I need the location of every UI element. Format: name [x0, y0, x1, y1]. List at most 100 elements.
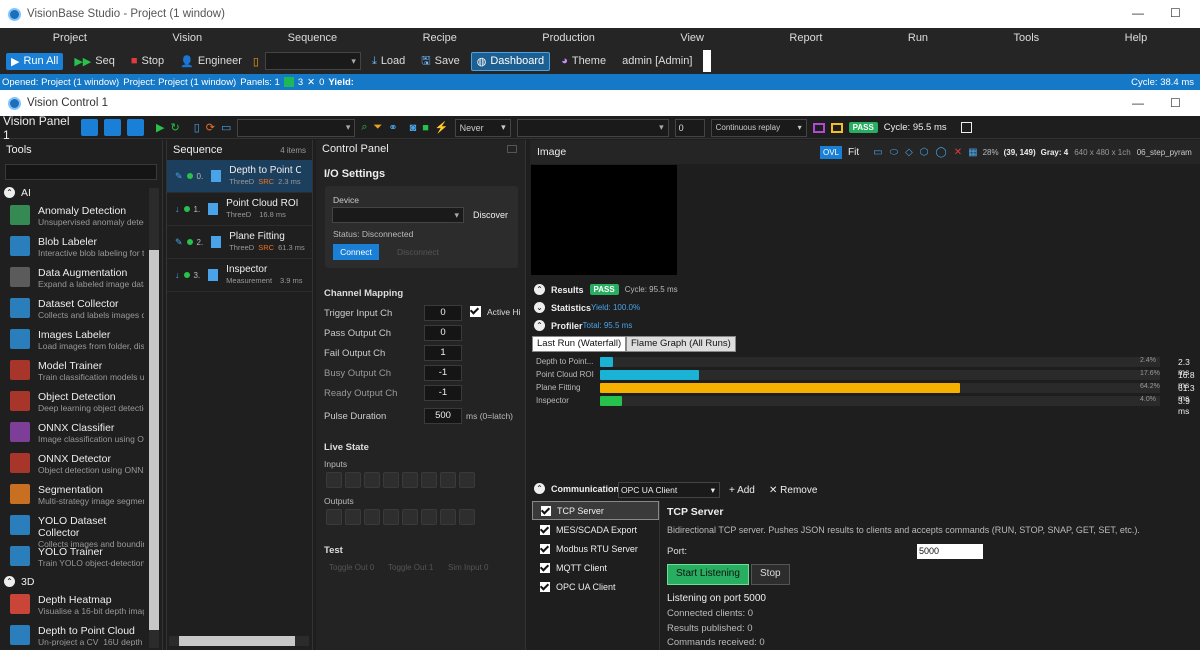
- load-button[interactable]: ⤓ Load: [367, 53, 410, 70]
- tool-item[interactable]: Dataset Collector Collects and labels ima…: [0, 294, 148, 325]
- tool-item[interactable]: ONNX Detector Object detection using ONNX: [0, 449, 148, 480]
- toggle-out-1-button[interactable]: Toggle Out 1: [388, 563, 433, 572]
- recipe-select[interactable]: ▾: [264, 52, 361, 70]
- comm-channel-item[interactable]: MQTT Client: [532, 558, 659, 577]
- list-icon[interactable]: [104, 119, 121, 136]
- save-button[interactable]: 🖫 Save: [416, 50, 464, 73]
- shape-tools-icon[interactable]: ▭⬭◇⬡◯: [873, 147, 954, 158]
- folder-icon[interactable]: ▭: [221, 121, 231, 134]
- discover-button[interactable]: Discover: [473, 210, 508, 220]
- loop-icon[interactable]: ↻: [170, 121, 179, 134]
- add-channel-button[interactable]: + Add: [729, 485, 755, 496]
- replay-mode-select[interactable]: Continuous replay ▾: [710, 118, 807, 137]
- comm-channel-item[interactable]: Modbus RTU Server: [532, 539, 659, 558]
- clear-icon[interactable]: ✕: [954, 147, 962, 158]
- dashboard-button[interactable]: ◍ Dashboard: [470, 51, 551, 71]
- theme-button[interactable]: ◕ Theme: [556, 53, 611, 69]
- menu-item-report[interactable]: Report: [789, 32, 822, 44]
- channel-input[interactable]: 1: [424, 345, 462, 361]
- camera-icon[interactable]: ■: [422, 122, 429, 134]
- menu-item-recipe[interactable]: Recipe: [423, 32, 457, 44]
- menu-item-vision[interactable]: Vision: [172, 32, 202, 44]
- tool-item[interactable]: Anomaly Detection Unsupervised anomaly de…: [0, 201, 148, 232]
- comm-channel-item[interactable]: OPC UA Client: [532, 577, 659, 596]
- sequence-scroll-thumb[interactable]: [179, 636, 295, 646]
- tool-group-3d[interactable]: ⌃ 3D: [0, 573, 148, 590]
- run-icon[interactable]: ▶: [156, 121, 164, 134]
- tool-item[interactable]: Depth Heatmap Visualise a 16-bit depth im…: [0, 590, 148, 621]
- statistics-row[interactable]: ⌄ Statistics Yield: 100.0%: [534, 302, 640, 313]
- tools-scrollbar[interactable]: [149, 188, 159, 648]
- recipe-combo[interactable]: ▾: [516, 118, 669, 137]
- sim-input-button[interactable]: Sim Input 0: [448, 563, 488, 572]
- results-row[interactable]: ⌃ Results PASS Cycle: 95.5 ms: [534, 284, 678, 295]
- link-icon[interactable]: ⚭: [388, 121, 397, 134]
- trigger-mode-select[interactable]: Never ▾: [454, 118, 511, 137]
- tool-item[interactable]: ONNX Classifier Image classification usin…: [0, 418, 148, 449]
- source-select[interactable]: ▾: [237, 118, 356, 137]
- sequence-item[interactable]: ✎ 0. Depth to Point Cl ThreeD SRC 2.3 ms: [167, 160, 312, 193]
- connect-button[interactable]: Connect: [333, 244, 379, 260]
- tool-item[interactable]: Segmentation Multi-strategy image segmer: [0, 480, 148, 511]
- comm-channel-item[interactable]: MES/SCADA Export: [532, 520, 659, 539]
- snapshot-icon[interactable]: ◙: [410, 122, 417, 134]
- stop-listening-button[interactable]: Stop: [751, 564, 790, 585]
- protocol-select[interactable]: OPC UA Client ▾: [618, 482, 720, 498]
- profiler-row[interactable]: ⌃ Profiler Total: 95.5 ms: [534, 320, 632, 331]
- minimize-button[interactable]: —: [1132, 6, 1144, 20]
- child-maximize-button[interactable]: ☐: [1170, 96, 1181, 110]
- menu-item-project[interactable]: Project: [53, 32, 87, 44]
- record-icon[interactable]: [830, 122, 843, 133]
- zoom-icon[interactable]: ⌕: [361, 121, 367, 134]
- tool-item[interactable]: Depth to Point Cloud Un-project a CV_16U …: [0, 621, 148, 646]
- book-icon[interactable]: ▯: [194, 121, 200, 134]
- comm-channel-item[interactable]: TCP Server: [532, 501, 659, 520]
- fullscreen-icon[interactable]: [960, 122, 972, 133]
- device-select[interactable]: ▾: [332, 207, 464, 223]
- tool-item[interactable]: YOLO Dataset Collector Collects images an…: [0, 511, 148, 549]
- channel-input[interactable]: 0: [424, 305, 462, 321]
- tools-scroll-thumb[interactable]: [149, 250, 159, 630]
- channel-input[interactable]: 0: [424, 325, 462, 341]
- overlay-icon[interactable]: [812, 122, 825, 133]
- maximize-button[interactable]: ☐: [1170, 6, 1181, 20]
- trigger-icon[interactable]: ⚡: [435, 121, 449, 134]
- sequence-item[interactable]: ✎ 2. Plane Fitting ThreeD SRC 61.3 ms: [167, 226, 312, 259]
- channel-input[interactable]: -1: [424, 365, 462, 381]
- undock-icon[interactable]: [507, 145, 517, 153]
- pulse-input[interactable]: 500: [424, 408, 462, 424]
- histogram-icon[interactable]: ▦: [968, 147, 977, 158]
- remove-channel-button[interactable]: ✕ Remove: [769, 485, 817, 496]
- user-badge[interactable]: admin [Admin]: [617, 53, 697, 69]
- tools-search-input[interactable]: [5, 164, 157, 180]
- tool-item[interactable]: Model Trainer Train classification models…: [0, 356, 148, 387]
- menu-item-help[interactable]: Help: [1125, 32, 1148, 44]
- tool-item[interactable]: Object Detection Deep learning object det…: [0, 387, 148, 418]
- image-canvas[interactable]: [531, 165, 677, 275]
- menu-item-run[interactable]: Run: [908, 32, 928, 44]
- tool-item[interactable]: Blob Labeler Interactive blob labeling fo…: [0, 232, 148, 263]
- refresh-icon[interactable]: ⟳: [206, 121, 215, 134]
- tool-item[interactable]: YOLO Trainer Train YOLO object-detection: [0, 542, 148, 573]
- ovl-toggle[interactable]: OVL: [820, 145, 843, 159]
- disconnect-button[interactable]: Disconnect: [389, 244, 447, 260]
- filter-icon[interactable]: ⏷: [374, 121, 383, 134]
- tab-flame-graph[interactable]: Flame Graph (All Runs): [626, 336, 736, 352]
- tool-item[interactable]: Data Augmentation Expand a labeled image …: [0, 263, 148, 294]
- menu-item-production[interactable]: Production: [542, 32, 595, 44]
- settings-icon[interactable]: [127, 119, 144, 136]
- tool-item[interactable]: Images Labeler Load images from folder, d…: [0, 325, 148, 356]
- menu-item-tools[interactable]: Tools: [1014, 32, 1040, 44]
- child-minimize-button[interactable]: —: [1132, 96, 1144, 110]
- count-input[interactable]: 0: [674, 118, 705, 137]
- toggle-out-0-button[interactable]: Toggle Out 0: [329, 563, 374, 572]
- menu-item-sequence[interactable]: Sequence: [288, 32, 338, 44]
- tab-last-run[interactable]: Last Run (Waterfall): [532, 336, 627, 352]
- start-listening-button[interactable]: Start Listening: [667, 564, 749, 585]
- port-input[interactable]: 5000: [917, 544, 983, 559]
- seq-button[interactable]: ▶▶ Seq: [69, 53, 120, 70]
- stop-button[interactable]: ■ Stop: [126, 53, 169, 69]
- communication-header[interactable]: ⌃ Communication: [534, 483, 619, 494]
- sequence-hscrollbar[interactable]: [169, 636, 309, 646]
- menu-item-view[interactable]: View: [680, 32, 704, 44]
